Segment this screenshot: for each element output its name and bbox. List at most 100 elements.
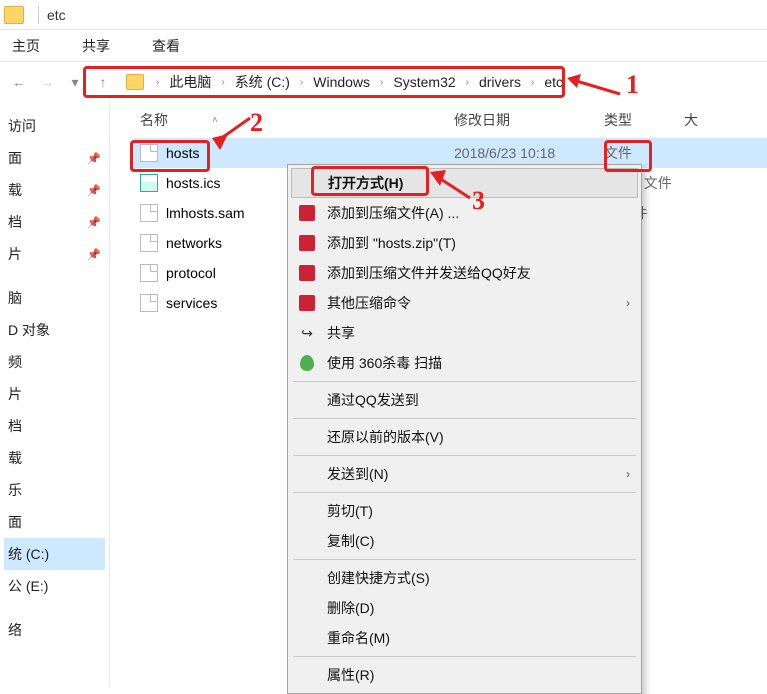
file-name: hosts.ics	[166, 175, 220, 191]
sidebar-item[interactable]: 面	[4, 506, 105, 538]
menu-separator	[293, 492, 636, 493]
breadcrumb-part[interactable]: drivers	[475, 72, 525, 92]
column-type[interactable]: 类型	[604, 110, 684, 130]
sidebar-item[interactable]: 脑	[4, 282, 105, 314]
menu-share[interactable]: 共享	[291, 318, 638, 348]
tab-share[interactable]: 共享	[72, 32, 120, 60]
blank-icon	[298, 173, 318, 193]
sidebar-item[interactable]: 公 (E:)	[4, 570, 105, 602]
chevron-right-icon: ›	[626, 296, 630, 310]
up-button[interactable]: ↑	[92, 71, 114, 93]
breadcrumb-part[interactable]: etc	[540, 72, 567, 92]
tab-view[interactable]: 查看	[142, 32, 190, 60]
menu-label: 添加到 "hosts.zip"(T)	[327, 233, 630, 253]
zip-icon	[297, 203, 317, 223]
sidebar-item[interactable]: 络	[4, 614, 105, 646]
zip-icon	[297, 233, 317, 253]
forward-button[interactable]: →	[36, 71, 58, 93]
share-icon	[297, 323, 317, 343]
menu-open-with[interactable]: 打开方式(H)	[291, 168, 638, 198]
blank-icon	[297, 464, 317, 484]
sidebar-item[interactable]: 访问	[4, 110, 105, 142]
sidebar-item-label: 片	[8, 244, 22, 264]
chevron-right-icon: ›	[460, 77, 475, 88]
menu-shortcut[interactable]: 创建快捷方式(S)	[291, 563, 638, 593]
folder-icon	[126, 74, 144, 90]
sidebar-item-label: 公 (E:)	[8, 576, 48, 596]
menu-separator	[293, 381, 636, 382]
blank-icon	[297, 531, 317, 551]
blank-icon	[297, 628, 317, 648]
sidebar-item-label: 络	[8, 620, 22, 640]
sidebar-item[interactable]: 档📌	[4, 206, 105, 238]
sidebar-item[interactable]: 频	[4, 346, 105, 378]
recent-dropdown[interactable]: ▾	[64, 71, 86, 93]
menu-label: 重命名(M)	[327, 628, 630, 648]
menu-add-send-qq[interactable]: 添加到压缩文件并发送给QQ好友	[291, 258, 638, 288]
breadcrumb-part[interactable]: 此电脑	[165, 70, 215, 94]
menu-delete[interactable]: 删除(D)	[291, 593, 638, 623]
sidebar-item-label: 档	[8, 212, 22, 232]
column-label: 名称	[140, 110, 168, 130]
ribbon-tabs: 主页 共享 查看	[0, 30, 767, 62]
sidebar: 访问 面📌 载📌 档📌 片📌 脑 D 对象 频 片 档 载 乐 面 统 (C:)…	[0, 102, 110, 686]
menu-separator	[293, 418, 636, 419]
sidebar-item[interactable]: 乐	[4, 474, 105, 506]
breadcrumb-part[interactable]: 系统 (C:)	[231, 70, 294, 94]
menu-label: 复制(C)	[327, 531, 630, 551]
column-name[interactable]: 名称˄	[134, 110, 454, 130]
file-name: networks	[166, 235, 222, 251]
menu-label: 剪切(T)	[327, 501, 630, 521]
zip-icon	[297, 293, 317, 313]
chevron-right-icon: ›	[626, 467, 630, 481]
menu-label: 创建快捷方式(S)	[327, 568, 630, 588]
menu-label: 打开方式(H)	[328, 173, 629, 193]
sidebar-item[interactable]: 统 (C:)	[4, 538, 105, 570]
column-date[interactable]: 修改日期	[454, 110, 604, 130]
sidebar-item[interactable]: D 对象	[4, 314, 105, 346]
sidebar-item-label: 乐	[8, 480, 22, 500]
menu-send-qq[interactable]: 通过QQ发送到	[291, 385, 638, 415]
file-name: lmhosts.sam	[166, 205, 245, 221]
menu-label: 使用 360杀毒 扫描	[327, 353, 630, 373]
menu-cut[interactable]: 剪切(T)	[291, 496, 638, 526]
sidebar-item[interactable]	[4, 602, 105, 614]
menu-separator	[293, 559, 636, 560]
divider	[38, 6, 39, 24]
sidebar-item-label: 统 (C:)	[8, 544, 49, 564]
menu-add-hosts-zip[interactable]: 添加到 "hosts.zip"(T)	[291, 228, 638, 258]
shield-icon	[297, 353, 317, 373]
menu-separator	[293, 656, 636, 657]
blank-icon	[297, 427, 317, 447]
menu-send-to[interactable]: 发送到(N)›	[291, 459, 638, 489]
menu-add-archive[interactable]: 添加到压缩文件(A) ...	[291, 198, 638, 228]
sidebar-item[interactable]: 面📌	[4, 142, 105, 174]
pin-icon: 📌	[87, 216, 101, 229]
sidebar-item[interactable]: 片	[4, 378, 105, 410]
sidebar-item-label: 脑	[8, 288, 22, 308]
column-size[interactable]: 大	[684, 110, 714, 130]
breadcrumb[interactable]: › 此电脑 › 系统 (C:) › Windows › System32 › d…	[120, 67, 759, 97]
menu-copy[interactable]: 复制(C)	[291, 526, 638, 556]
sidebar-item[interactable]: 载	[4, 442, 105, 474]
breadcrumb-part[interactable]: Windows	[309, 72, 374, 92]
menu-other-zip[interactable]: 其他压缩命令›	[291, 288, 638, 318]
back-button[interactable]: ←	[8, 71, 30, 93]
menu-label: 删除(D)	[327, 598, 630, 618]
calendar-icon	[140, 174, 158, 192]
menu-rename[interactable]: 重命名(M)	[291, 623, 638, 653]
breadcrumb-part[interactable]: System32	[389, 72, 459, 92]
tab-home[interactable]: 主页	[2, 32, 50, 60]
menu-separator	[293, 455, 636, 456]
sidebar-item[interactable]: 载📌	[4, 174, 105, 206]
sidebar-item[interactable]	[4, 270, 105, 282]
pin-icon: 📌	[87, 152, 101, 165]
sidebar-item[interactable]: 片📌	[4, 238, 105, 270]
pin-icon: 📌	[87, 248, 101, 261]
menu-restore-prev[interactable]: 还原以前的版本(V)	[291, 422, 638, 452]
sidebar-item-label: 面	[8, 512, 22, 532]
sidebar-item[interactable]: 档	[4, 410, 105, 442]
blank-icon	[297, 598, 317, 618]
menu-scan-360[interactable]: 使用 360杀毒 扫描	[291, 348, 638, 378]
chevron-right-icon: ›	[150, 77, 165, 88]
